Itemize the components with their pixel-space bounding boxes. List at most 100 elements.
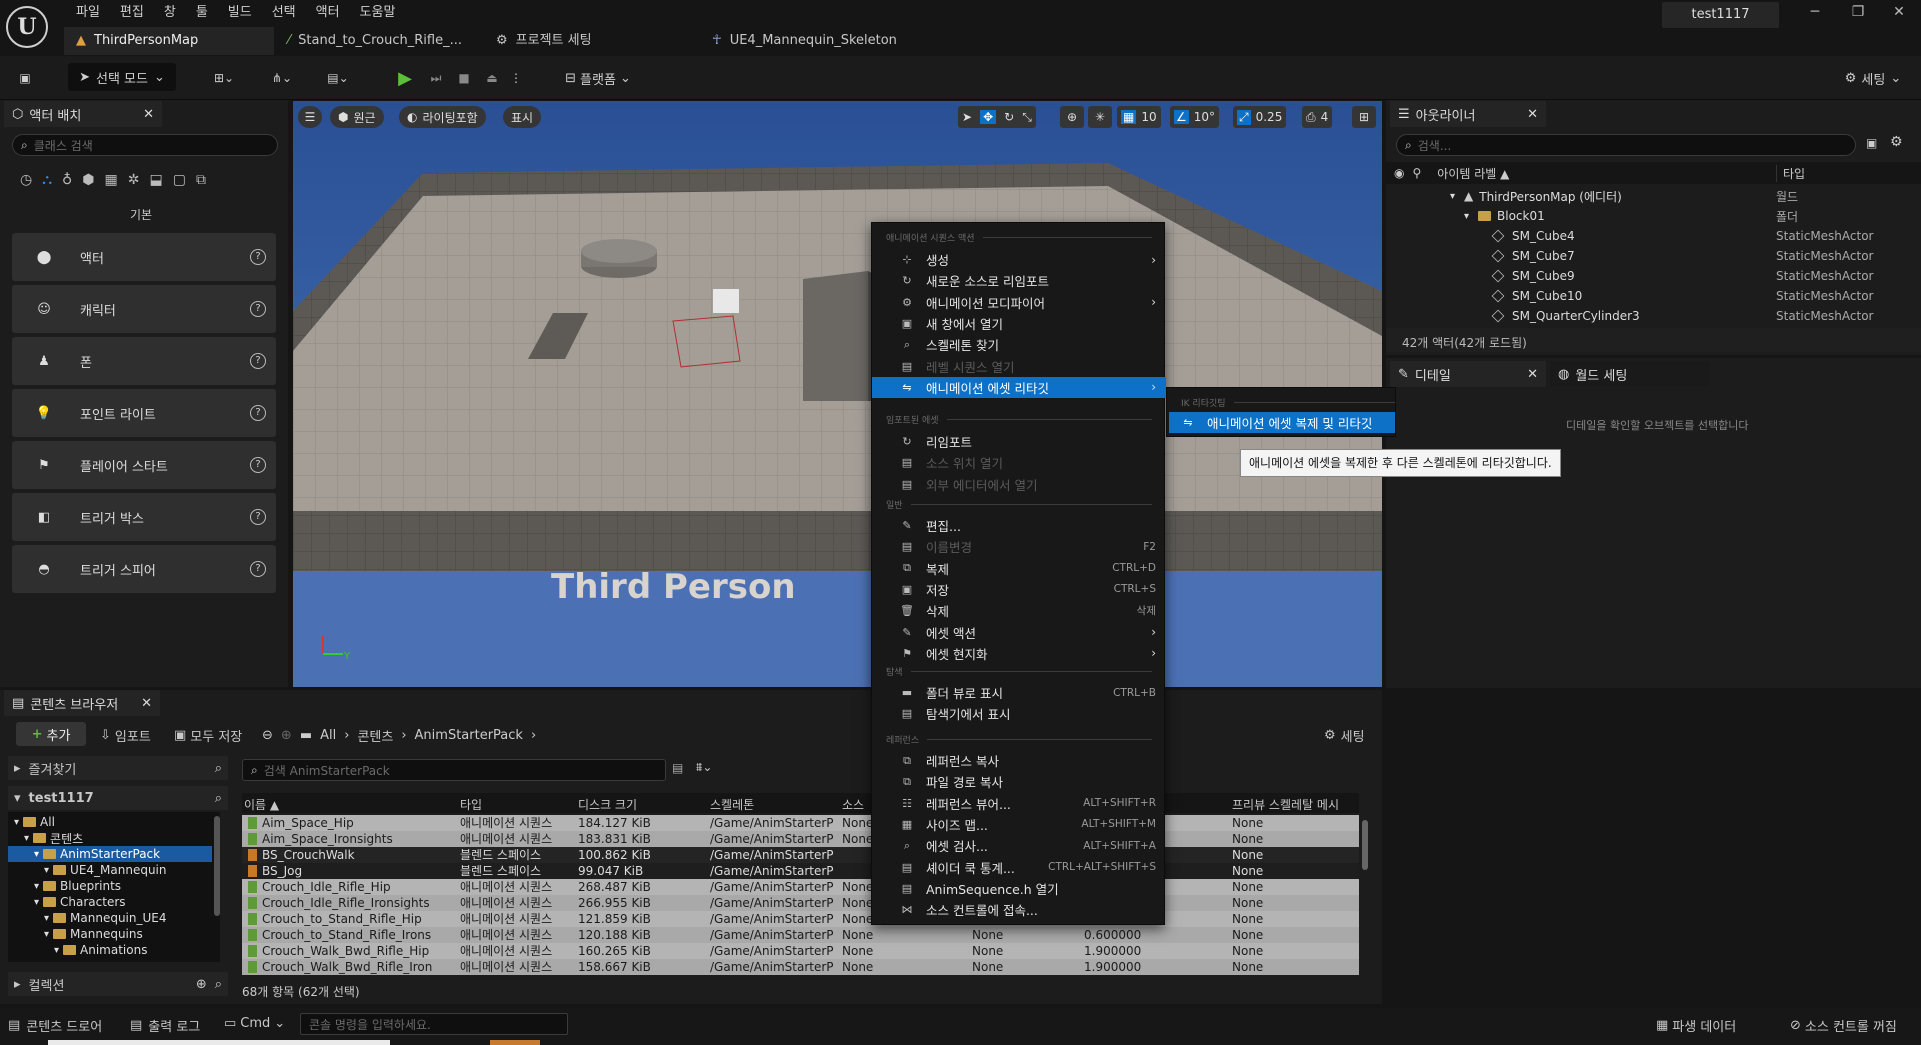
context-menu-item[interactable]: ✎ 에셋 액션 › — [872, 622, 1166, 643]
expand-arrow-icon[interactable]: ▾ — [24, 833, 29, 844]
source-control-button[interactable]: ⊘ 소스 컨트롤 꺼짐 — [1790, 1016, 1897, 1035]
cmd-dropdown[interactable]: ▭ Cmd ⌄ — [224, 1016, 285, 1031]
place-player-start-item[interactable]: ⚑ 플레이어 스타트? — [12, 441, 276, 489]
filter-icon[interactable]: ⩩⌄ — [696, 760, 712, 775]
visual-effects-icon[interactable]: ✲ — [128, 172, 140, 188]
camera-speed-button[interactable]: ⎙ 4 — [1302, 106, 1333, 128]
place-actor-item[interactable]: ⬤ 액터? — [12, 233, 276, 281]
save-search-icon[interactable]: ▤ — [672, 761, 683, 775]
tab-skeleton[interactable]: ☥ UE4_Mannequin_Skeleton — [700, 27, 920, 55]
expand-arrow-icon[interactable]: ▾ — [1450, 191, 1464, 202]
breadcrumb-content[interactable]: 콘텐츠 — [357, 726, 393, 745]
column-disk-size[interactable]: 디스크 크기 — [578, 796, 637, 813]
outliner-row[interactable]: SM_Cube9 StaticMeshActor — [1392, 266, 1910, 286]
blueprint-icon[interactable]: ⋔⌄ — [262, 64, 302, 92]
outliner-row[interactable]: ▾ Block01 폴더 — [1392, 206, 1910, 226]
asset-row[interactable]: Crouch_Idle_Rifle_Hip 애니메이션 시퀀스 268.487 Ki… — [242, 879, 1359, 895]
context-menu-item[interactable]: ▣ 새 창에서 열기 — [872, 313, 1166, 334]
stop-icon[interactable]: ■ — [452, 64, 476, 92]
cinematic-icon[interactable]: ▦ — [105, 172, 118, 188]
context-menu-item[interactable]: ⚙ 애니메이션 모디파이어 › — [872, 292, 1166, 313]
help-icon[interactable]: ? — [250, 405, 266, 421]
context-menu-item[interactable]: ⚑ 에셋 현지화 › — [872, 643, 1166, 664]
folder-tree-item[interactable]: ▾ 콘텐츠 — [8, 830, 212, 846]
lights-icon[interactable]: ♁ — [62, 172, 72, 188]
tab-anim-sequence[interactable]: ⁄ Stand_to_Crouch_Rifle_... — [276, 27, 476, 55]
context-menu-item[interactable]: ✎ 편집... — [872, 515, 1166, 536]
expand-arrow-icon[interactable]: ▾ — [1464, 211, 1478, 222]
expand-arrow-icon[interactable]: ▾ — [54, 945, 59, 956]
visibility-eye-icon[interactable]: ◉ — [1394, 166, 1404, 180]
breadcrumb-all[interactable]: All — [320, 728, 336, 743]
details-tab[interactable]: ✎ 디테일 ✕ — [1390, 361, 1546, 387]
viewport-menu-icon[interactable]: ☰ — [298, 106, 322, 128]
forward-icon[interactable]: ⊕ — [281, 728, 292, 743]
close-tab-icon[interactable]: ✕ — [141, 696, 152, 711]
play-icon[interactable]: ▶ — [393, 64, 417, 92]
project-section[interactable]: ▾ test1117 ⌕ — [8, 786, 228, 810]
expand-arrow-icon[interactable]: ▾ — [34, 849, 39, 860]
close-tab-icon[interactable]: ✕ — [143, 107, 154, 122]
lighting-mode-button[interactable]: ◐ 라이팅포함 — [399, 106, 486, 128]
volumes-icon[interactable]: ▢ — [173, 172, 186, 188]
save-icon[interactable]: ▣ — [12, 64, 38, 92]
scale-snap-button[interactable]: ⤢ 0.25 — [1233, 106, 1287, 128]
help-icon[interactable]: ? — [250, 353, 266, 369]
help-icon[interactable]: ? — [250, 249, 266, 265]
grid-snap-button[interactable]: ▦ 10 — [1117, 106, 1161, 128]
place-character-item[interactable]: ☺ 캐릭터? — [12, 285, 276, 333]
asset-row[interactable]: BS_Jog 블렌드 스페이스 99.047 KiB/Game/AnimStarte… — [242, 863, 1359, 879]
menu-file[interactable]: 파일 — [66, 2, 110, 24]
menu-build[interactable]: 빌드 — [218, 2, 262, 24]
duplicate-and-retarget-item[interactable]: ⇋ 애니메이션 에셋 복제 및 리타깃 — [1169, 412, 1395, 433]
menu-select[interactable]: 선택 — [262, 2, 306, 24]
context-menu-item[interactable]: ⌕ 에셋 검사... ALT+SHIFT+A — [872, 835, 1166, 856]
tab-thirdpersonmap[interactable]: ▲ ThirdPersonMap — [64, 27, 274, 55]
rotation-snap-button[interactable]: ∠ 10° — [1170, 106, 1220, 128]
asset-row[interactable]: Crouch_Walk_Bwd_Rifle_Hip 애니메이션 시퀀스 160.26… — [242, 943, 1359, 959]
folder-tree-item[interactable]: ▾ AnimStarterPack — [8, 846, 212, 862]
asset-row[interactable]: Crouch_to_Stand_Rifle_Ironsights 애니메이션 시퀀… — [242, 927, 1359, 943]
context-menu-item[interactable]: ↻ 새로운 소스로 리임포트 — [872, 270, 1166, 291]
column-preview-mesh[interactable]: 프리뷰 스켈레탈 메시 — [1232, 796, 1339, 813]
rotate-tool-icon[interactable]: ↻ — [1004, 110, 1014, 124]
world-settings-tab[interactable]: ◍ 월드 세팅 — [1550, 361, 1710, 387]
column-source[interactable]: 소스 — [842, 796, 864, 813]
menu-edit[interactable]: 편집 — [110, 2, 154, 24]
menu-actor[interactable]: 액터 — [306, 2, 350, 24]
search-icon[interactable]: ⌕ — [215, 761, 222, 776]
expand-arrow-icon[interactable]: ▾ — [34, 897, 39, 908]
context-menu-item[interactable]: ⌕ 스켈레톤 찾기 — [872, 334, 1166, 355]
add-folder-icon[interactable]: ▣ — [1866, 136, 1877, 150]
column-skeleton[interactable]: 스켈레톤 — [710, 796, 754, 813]
folder-tree-item[interactable]: ▾ Mannequin_UE4 — [8, 910, 212, 926]
outliner-row[interactable]: SM_Cube4 StaticMeshActor — [1392, 226, 1910, 246]
output-log-button[interactable]: ▤ 출력 로그 — [130, 1016, 200, 1035]
unreal-logo-icon[interactable]: U — [6, 6, 48, 48]
column-name[interactable]: 이름 ▲ — [244, 796, 279, 813]
outliner-search-input[interactable]: ⌕ 검색... — [1396, 134, 1856, 156]
folder-tree-item[interactable]: ▾ Characters — [8, 894, 212, 910]
favorites-section[interactable]: ▸ 즐겨찾기 ⌕ — [8, 756, 228, 780]
context-menu-item[interactable]: ▬ 폴더 뷰로 표시 CTRL+B — [872, 682, 1166, 703]
content-settings-button[interactable]: ⚙ 세팅 — [1324, 726, 1365, 745]
context-menu-item[interactable]: ☷ 레퍼런스 뷰어... ALT+SHIFT+R — [872, 793, 1166, 814]
save-all-button[interactable]: ▣ 모두 저장 — [174, 726, 242, 745]
tree-scrollbar[interactable] — [214, 816, 220, 916]
place-point-light-item[interactable]: 💡 포인트 라이트? — [12, 389, 276, 437]
expand-arrow-icon[interactable]: ▾ — [44, 929, 49, 940]
expand-arrow-icon[interactable]: ▾ — [44, 865, 49, 876]
surface-snap-icon[interactable]: ✳ — [1088, 106, 1112, 128]
selection-mode-dropdown[interactable]: ➤ 선택 모드 ⌄ — [68, 63, 176, 91]
all-classes-icon[interactable]: ⧉ — [196, 172, 206, 188]
console-command-input[interactable]: 콘솔 명령을 입력하세요. — [300, 1013, 568, 1035]
context-menu-item[interactable]: ↻ 리임포트 — [872, 431, 1166, 452]
collections-section[interactable]: ▸ 컬렉션 ⊕ ⌕ — [8, 972, 228, 996]
context-menu-item[interactable]: ⧉ 복제 CTRL+D — [872, 558, 1166, 579]
basic-category-icon[interactable]: ⛬ — [42, 172, 52, 188]
tab-project-settings[interactable]: ⚙ 프로젝트 세팅 — [484, 27, 684, 55]
help-icon[interactable]: ? — [250, 457, 266, 473]
maximize-icon[interactable]: ❐ — [1843, 4, 1873, 26]
column-type[interactable]: 타입 — [1776, 164, 1805, 182]
recent-icon[interactable]: ◷ — [20, 172, 32, 188]
